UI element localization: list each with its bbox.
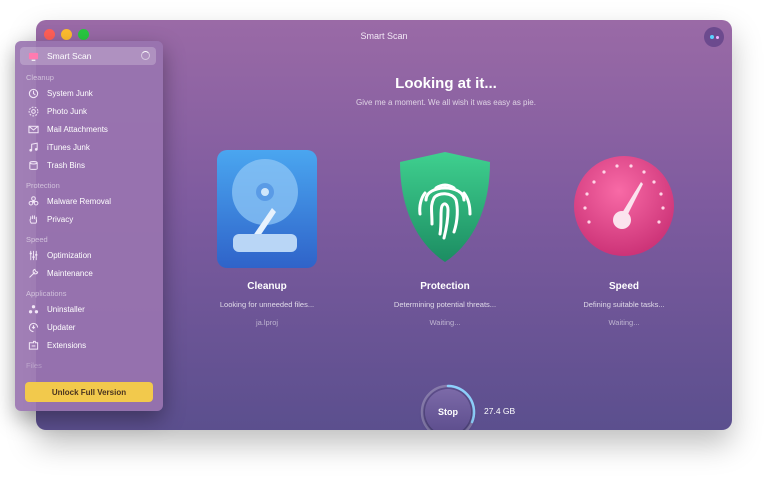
sidebar-item-mail-attachments[interactable]: Mail Attachments [20, 121, 108, 137]
sidebar-item-label: Smart Scan [47, 51, 92, 61]
hard-drive-icon [212, 148, 322, 268]
sidebar-item-label: Maintenance [47, 268, 93, 278]
stop-button[interactable]: Stop [425, 389, 471, 430]
extensions-icon [27, 339, 39, 351]
sidebar-item-malware-removal[interactable]: Malware Removal [20, 193, 111, 209]
sidebar-item-label: Mail Attachments [47, 124, 108, 134]
sidebar-item-label: Optimization [47, 250, 92, 260]
module-protection[interactable]: Protection Determining potential threats… [370, 148, 520, 327]
speedometer-icon [569, 148, 679, 268]
sidebar-item-label: Malware Removal [47, 196, 112, 206]
scanned-size: 27.4 GB [484, 406, 516, 416]
sidebar-item-system-junk[interactable]: System Junk [20, 85, 93, 101]
sidebar-item-privacy[interactable]: Privacy [20, 211, 73, 227]
wrench-icon [27, 267, 39, 279]
section-speed: Speed [26, 235, 48, 244]
uninstaller-icon [27, 303, 39, 315]
fingerprint-shield-icon [390, 148, 500, 268]
module-detail: Waiting... [429, 318, 461, 327]
module-detail: ja.lproj [255, 318, 279, 327]
hand-icon [27, 213, 39, 225]
sidebar-item-label: Photo Junk [47, 106, 88, 116]
sidebar-item-photo-junk[interactable]: Photo Junk [20, 103, 87, 119]
system-junk-icon [27, 87, 39, 99]
photo-junk-icon [27, 105, 39, 117]
section-cleanup: Cleanup [26, 73, 54, 82]
music-note-icon [27, 141, 39, 153]
window-title: Smart Scan [360, 31, 408, 41]
unlock-full-version-button[interactable]: Unlock Full Version [25, 382, 153, 402]
page-title: Looking at it... [395, 75, 497, 92]
module-title: Speed [608, 281, 639, 292]
biohazard-icon [27, 195, 39, 207]
sidebar-item-maintenance[interactable]: Maintenance [20, 265, 93, 281]
module-title: Protection [420, 281, 470, 292]
module-speed[interactable]: Speed Defining suitable tasks... Waiting… [549, 148, 699, 327]
page-subtitle: Give me a moment. We all wish it was eas… [356, 98, 536, 107]
monitor-icon [27, 50, 39, 62]
sidebar-item-label: iTunes Junk [47, 142, 90, 152]
section-files: Files [26, 361, 42, 370]
module-title: Cleanup [247, 281, 287, 292]
sidebar-item-label: Privacy [47, 214, 74, 224]
sidebar-item-updater[interactable]: Updater [20, 319, 75, 335]
section-protection: Protection [26, 181, 60, 190]
sidebar-item-extensions[interactable]: Extensions [20, 337, 86, 353]
sidebar-item-uninstaller[interactable]: Uninstaller [20, 301, 85, 317]
module-status: Looking for unneeded files... [219, 300, 315, 309]
module-detail: Waiting... [608, 318, 640, 327]
section-applications: Applications [26, 289, 67, 298]
module-status: Determining potential threats... [393, 300, 497, 309]
sidebar: Smart Scan Cleanup System Junk Photo Jun… [15, 41, 163, 411]
sidebar-item-optimization[interactable]: Optimization [20, 247, 91, 263]
sidebar-item-label: System Junk [47, 88, 93, 98]
sidebar-item-smart-scan[interactable]: Smart Scan [20, 47, 156, 65]
module-status: Defining suitable tasks... [583, 300, 665, 309]
sidebar-item-label: Uninstaller [47, 304, 85, 314]
assistant-button[interactable] [704, 27, 724, 47]
stop-control: Stop [420, 384, 476, 430]
sidebar-item-label: Updater [47, 322, 76, 332]
loading-spinner-icon [141, 51, 150, 60]
assistant-icon [709, 35, 714, 39]
updater-icon [27, 321, 39, 333]
module-cleanup[interactable]: Cleanup Looking for unneeded files... ja… [192, 148, 342, 327]
sidebar-item-label: Trash Bins [47, 160, 85, 170]
sidebar-item-label: Extensions [47, 340, 87, 350]
sidebar-item-itunes-junk[interactable]: iTunes Junk [20, 139, 90, 155]
mail-icon [27, 123, 39, 135]
trash-icon [27, 159, 39, 171]
sidebar-item-trash-bins[interactable]: Trash Bins [20, 157, 85, 173]
sliders-icon [27, 249, 39, 261]
